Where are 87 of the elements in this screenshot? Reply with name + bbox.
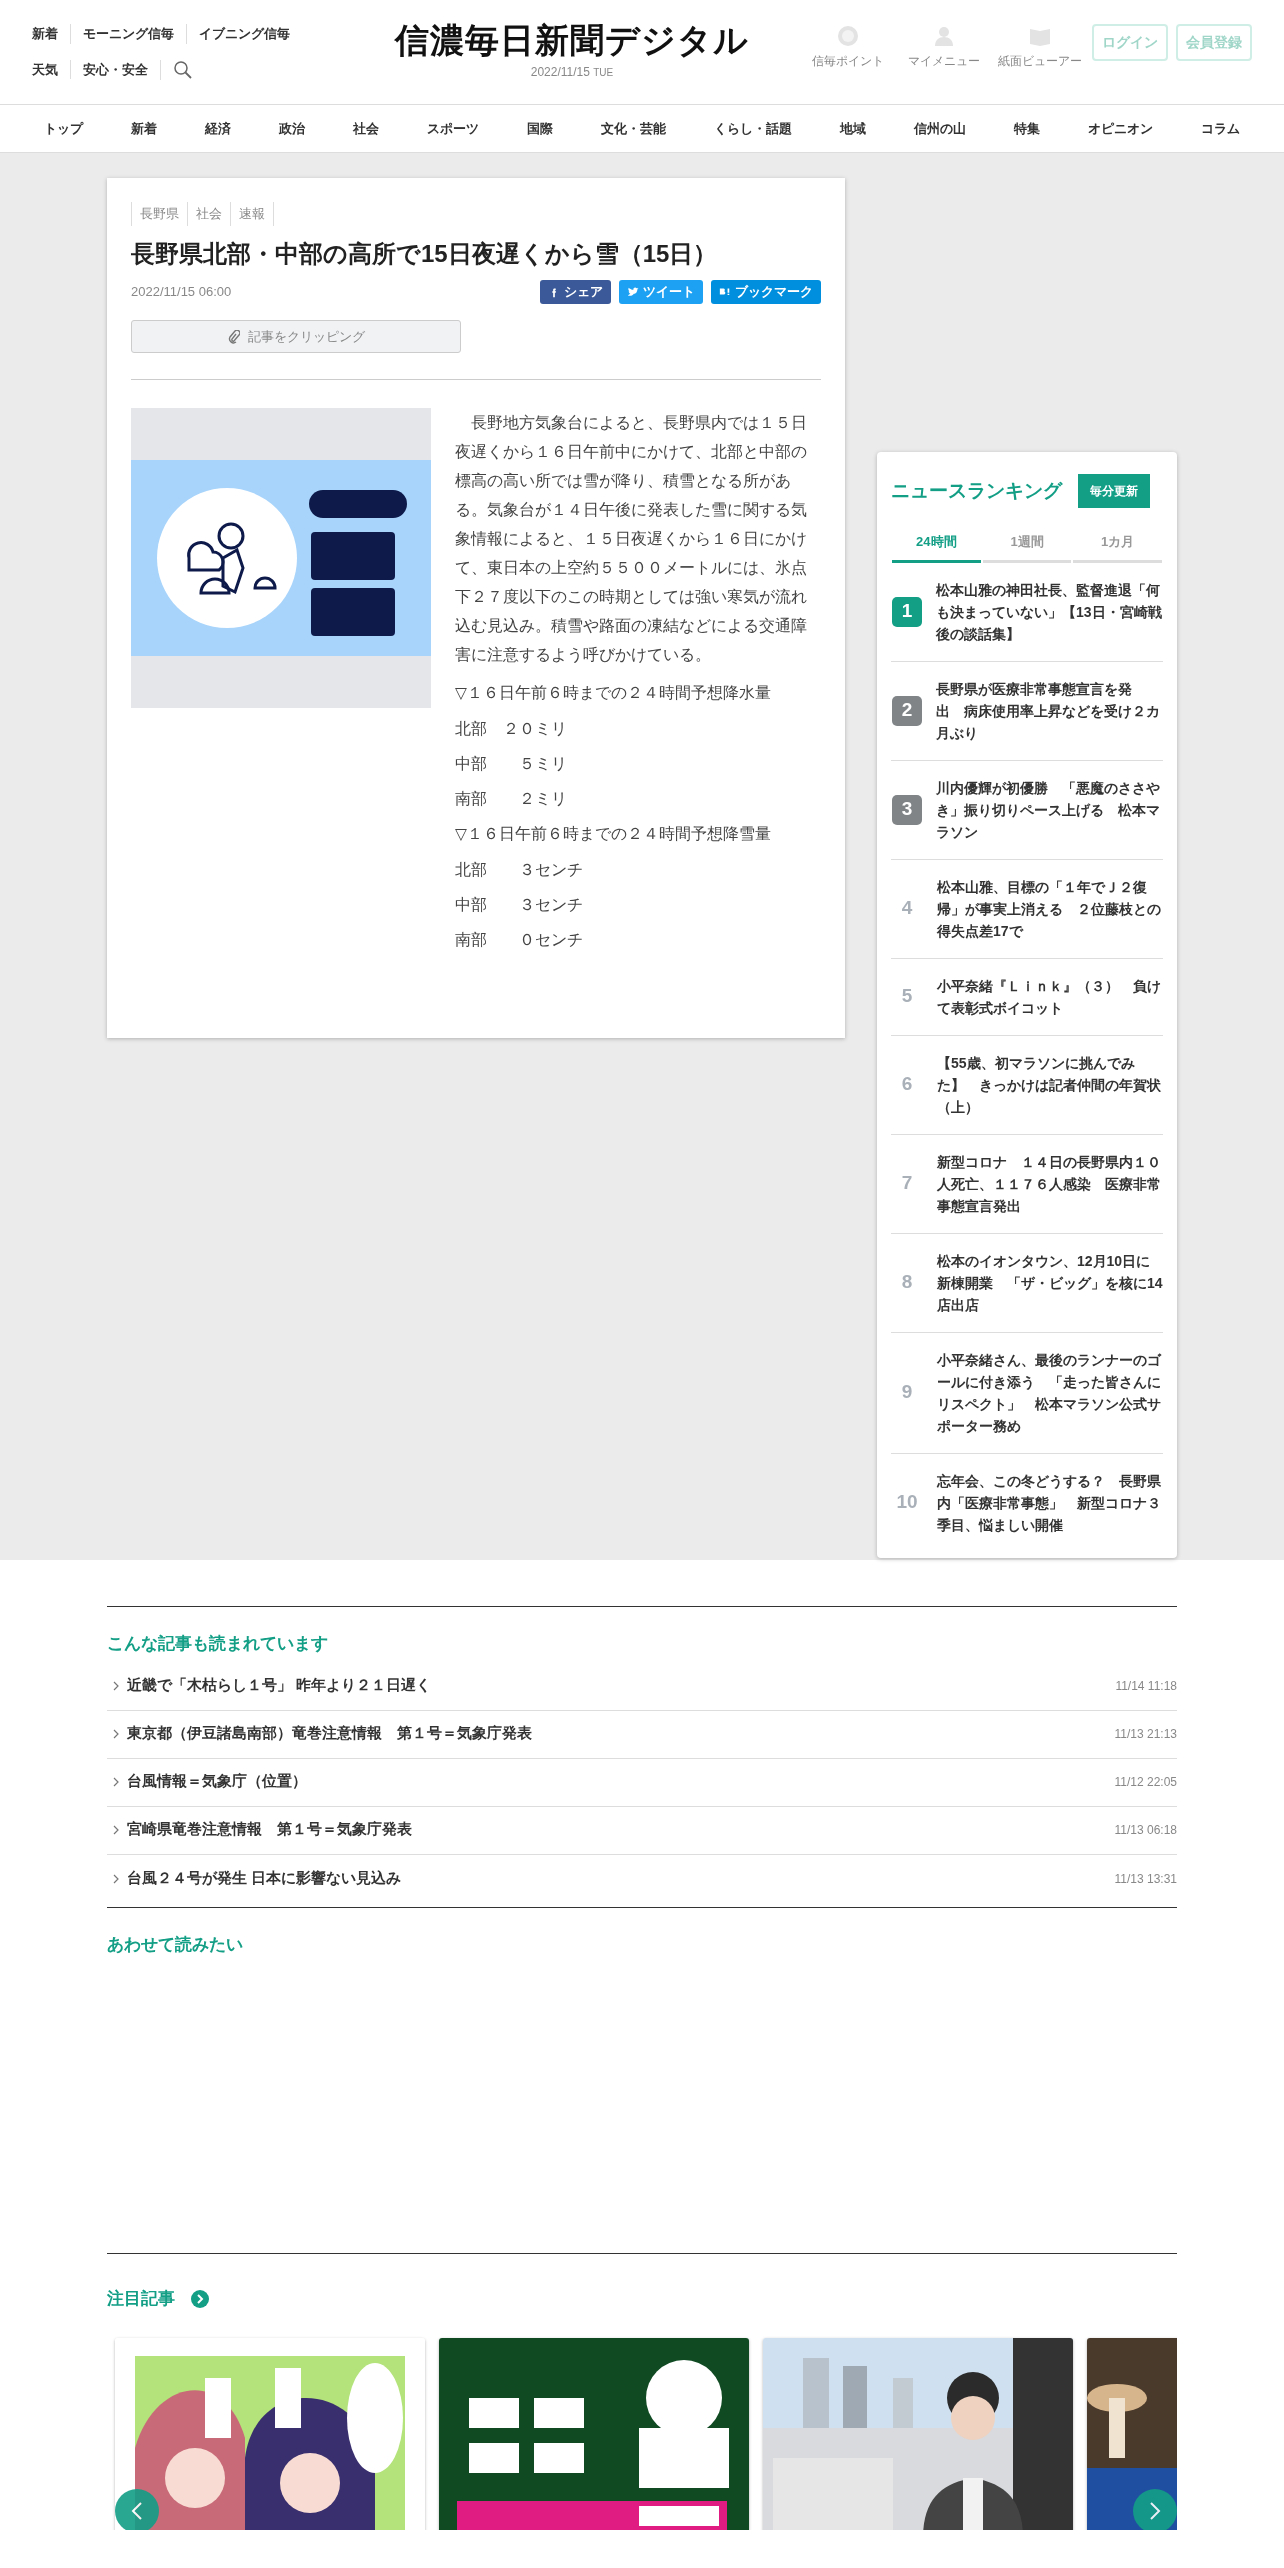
nav-link[interactable]: 経済: [181, 118, 255, 139]
header-link[interactable]: 安心・安全: [70, 59, 160, 80]
article-line: 中部 ３センチ: [455, 894, 584, 915]
ranking-link[interactable]: 松本のイオンタウン、12月10日に新棟開業 「ザ・ビッグ」を核に14店出店: [937, 1249, 1163, 1316]
nav-link[interactable]: 信州の山: [890, 118, 990, 139]
nav-link[interactable]: コラム: [1177, 118, 1264, 139]
ranking-link[interactable]: 小平奈緒さん、最後のランナーのゴールに付き添う 「走った皆さんにリスペクト」 松本マラソン公式サポーター務め: [937, 1348, 1163, 1437]
chevron-right-icon: [1149, 2501, 1161, 2520]
article-time: 11/14 11:18: [1115, 1678, 1177, 1695]
ranking-link[interactable]: 長野県が医療非常事態宣言を発出 病床使用率上昇などを受け２カ月ぶり: [936, 677, 1163, 744]
tool-label[interactable]: 紙面ビューアー: [998, 52, 1082, 70]
ranking-link[interactable]: 忘年会、この冬どうする？ 長野県内「医療非常事態」 新型コロナ３季目、悩ましい開催: [937, 1469, 1163, 1536]
ranking-link[interactable]: 川内優輝が初優勝 「悪魔のささやき」振り切りペース上げる 松本マラソン: [936, 776, 1163, 843]
nav-link[interactable]: 文化・芸能: [577, 118, 690, 139]
article-line: 北部 ２０ミリ: [455, 718, 568, 739]
section-heading: あわせて読みたい: [107, 1933, 244, 1956]
twitter-icon: [627, 286, 639, 299]
rank-badge: 2: [892, 695, 922, 726]
nav-link[interactable]: 政治: [255, 118, 329, 139]
nav-link[interactable]: くらし・話題: [690, 118, 816, 139]
rank-number: 5: [900, 984, 914, 1009]
article-date: 2022/11/15 06:00: [131, 283, 232, 302]
rank-number: 6: [900, 1072, 914, 1097]
chevron-icon: [113, 1777, 119, 1787]
ranking-link[interactable]: 松本山雅の神田社長、監督進退「何も決まっていない」【13日・宮崎戦後の談話集】: [936, 578, 1163, 645]
search-icon[interactable]: [173, 59, 193, 80]
section-heading: 注目記事: [107, 2288, 175, 2310]
nav-link[interactable]: スポーツ: [403, 118, 503, 139]
section-heading: こんな記事も読まれています: [107, 1633, 329, 1655]
article-link[interactable]: 台風情報＝気象庁（位置）: [127, 1771, 307, 1793]
article-link[interactable]: 東京都（伊豆諸島南部）竜巻注意情報 第１号＝気象庁発表: [127, 1723, 532, 1745]
article-line: 南部 ２ミリ: [455, 789, 568, 810]
category-tag[interactable]: 長野県: [131, 202, 187, 226]
site-logo[interactable]: 信濃毎日新聞デジタル: [395, 22, 749, 60]
header-link[interactable]: イブニング信毎: [186, 24, 302, 44]
article-time: 11/13 06:18: [1114, 1822, 1177, 1839]
nav-link[interactable]: 社会: [329, 118, 403, 139]
article-line: 中部 ５ミリ: [455, 753, 568, 774]
rank-badge: 1: [892, 596, 922, 627]
arrow-right-icon[interactable]: [191, 2289, 209, 2308]
header-weekday: TUE: [593, 67, 614, 79]
chevron-icon: [113, 1729, 119, 1739]
nav-link[interactable]: 国際: [503, 118, 577, 139]
article-time: 11/13 13:31: [1114, 1870, 1177, 1888]
nav-link[interactable]: 特集: [990, 118, 1064, 139]
article-title: 長野県北部・中部の高所で15日夜遅くから雪（15日）: [131, 239, 719, 269]
category-tag[interactable]: 速報: [230, 202, 274, 226]
update-badge: 毎分更新: [1078, 474, 1150, 508]
chevron-icon: [113, 1681, 119, 1691]
ranking-link[interactable]: 【55歳、初マラソンに挑んでみた】 きっかけは記者仲間の年賀状（上）: [937, 1051, 1163, 1118]
rank-number: 9: [900, 1380, 914, 1405]
rank-number: 4: [900, 896, 914, 921]
rank-number: 7: [900, 1171, 914, 1196]
ranking-link[interactable]: 松本山雅、目標の「１年でＪ２復帰」が事実上消える ２位藤枝との得失点差17で: [937, 875, 1163, 942]
nav-link[interactable]: 新着: [107, 118, 181, 139]
rank-badge: 3: [892, 794, 922, 825]
article-time: 11/12 22:05: [1114, 1774, 1177, 1791]
share-button[interactable]: ブックマーク: [711, 280, 821, 304]
header-date: 2022/11/15: [530, 65, 590, 80]
nav-link[interactable]: トップ: [20, 118, 107, 139]
share-button[interactable]: シェア: [540, 280, 611, 304]
rank-number: 10: [895, 1490, 919, 1515]
ranking-link[interactable]: 小平奈緒『Ｌｉｎｋ』（３） 負けて表彰式ボイコット: [937, 974, 1163, 1019]
category-tag[interactable]: 社会: [187, 202, 230, 226]
paperclip-icon: [227, 329, 240, 344]
article-link[interactable]: 宮崎県竜巻注意情報 第１号＝気象庁発表: [127, 1819, 412, 1841]
chevron-icon: [113, 1825, 119, 1835]
article-line: 南部 ０センチ: [455, 930, 584, 951]
nav-link[interactable]: オピニオン: [1064, 118, 1177, 139]
header-link[interactable]: モーニング信毎: [70, 24, 186, 44]
header-link[interactable]: 天気: [32, 59, 70, 80]
article-time: 11/13 21:13: [1114, 1726, 1177, 1743]
article-line: 北部 ３センチ: [455, 859, 584, 880]
article-paragraph: 長野地方気象台によると、長野県内では１５日夜遅くから１６日午前中にかけて、北部と中部の標高の高い所では雪が降り、積雪となる所がある。気象台が１４日午後に発表した雪に関する気象情報によると、１５日夜遅くから１６日にかけて、東日本の上空約５５００メートルには、氷点下２７度以下のこの時期としては強い寒気が流れ込む見込み。積雪や路面の凍結などによる交通障害に注意するよう呼びかけている。: [455, 413, 808, 666]
ranking-link[interactable]: 新型コロナ １４日の長野県内１０人死亡、１１７６人感染 医療非常事態宣言発出: [937, 1150, 1163, 1217]
chevron-icon: [113, 1873, 119, 1884]
rank-number: 8: [900, 1270, 914, 1295]
header-link[interactable]: 新着: [32, 24, 70, 44]
article-link[interactable]: 近畿で「木枯らし１号」 昨年より２１日遅く: [127, 1675, 432, 1697]
chevron-left-icon: [131, 2501, 143, 2520]
article-line: ▽１６日午前６時までの２４時間予想降水量: [455, 683, 772, 704]
tool-label[interactable]: 信毎ポイント: [812, 52, 884, 70]
nav-link[interactable]: 地域: [816, 118, 890, 139]
article-link[interactable]: 台風２４号が発生 日本に影響ない見込み: [127, 1867, 402, 1890]
tool-label[interactable]: マイメニュー: [908, 52, 980, 70]
ranking-title: ニュースランキング: [891, 478, 1062, 503]
article-line: ▽１６日午前６時までの２４時間予想降雪量: [455, 824, 772, 845]
